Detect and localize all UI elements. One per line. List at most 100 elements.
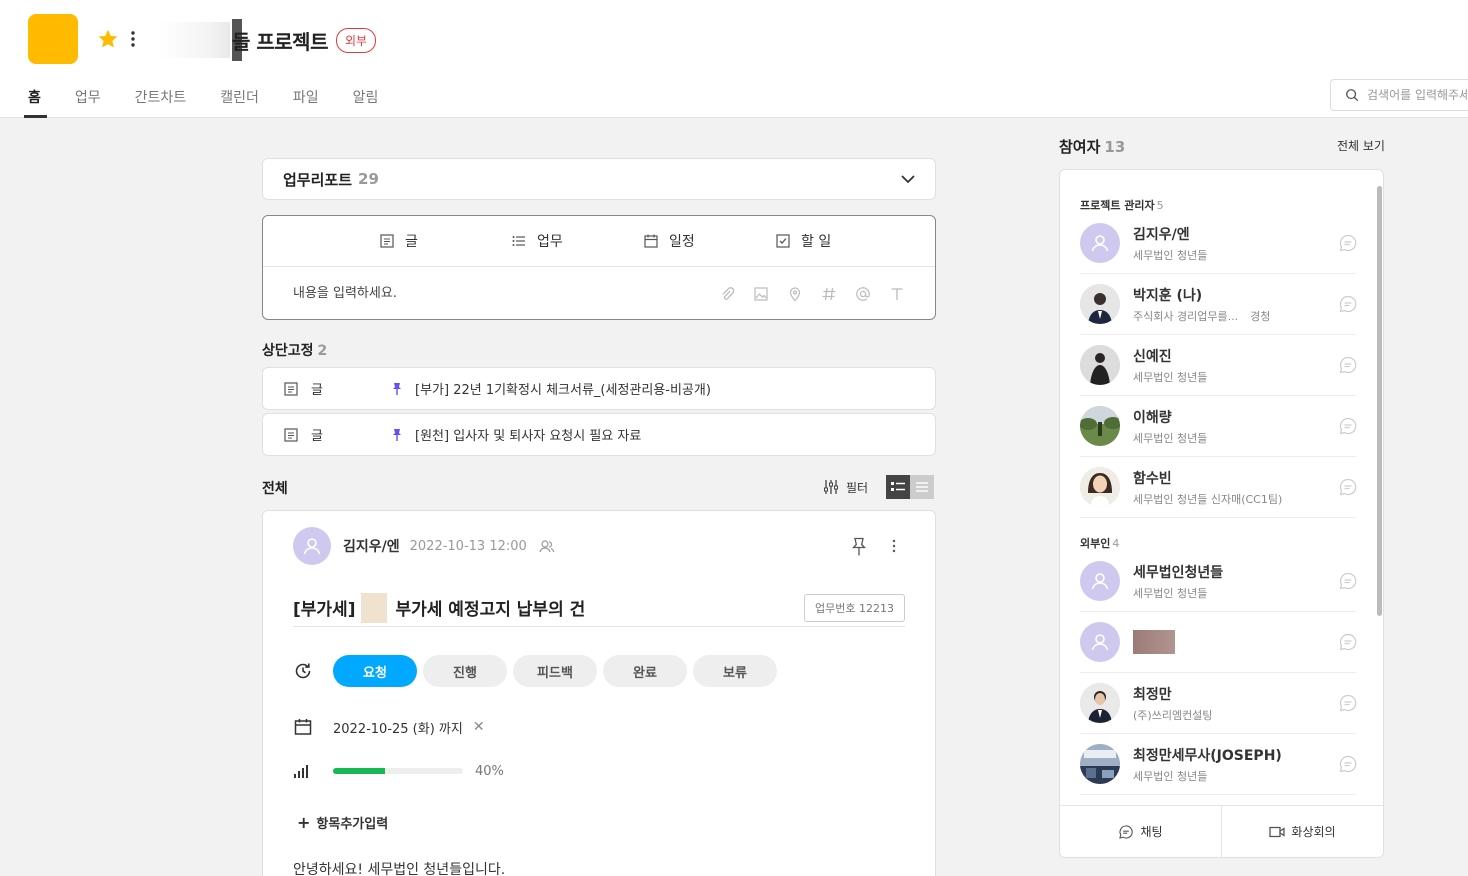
project-title: 들 프로젝트 — [232, 29, 328, 54]
chat-bubble-icon[interactable] — [1338, 416, 1358, 436]
list-view-button[interactable] — [910, 475, 934, 499]
member-org: 세무법인 청년들 — [1133, 430, 1207, 446]
post-menu-kebab-icon[interactable] — [892, 539, 896, 553]
favorite-star-icon[interactable] — [97, 28, 119, 50]
location-icon[interactable] — [787, 286, 803, 302]
pinned-item-type: 글 — [283, 425, 391, 444]
add-field-button[interactable]: + 항목추가입력 — [297, 813, 388, 832]
feed-section-title: 전체 — [262, 481, 288, 497]
filter-button[interactable]: 필터 — [822, 478, 868, 496]
mention-icon[interactable] — [855, 286, 871, 302]
tab-gantt[interactable]: 간트차트 — [135, 86, 187, 118]
member-org: 세무법인 청년들 — [1133, 247, 1207, 263]
pinned-item[interactable]: 글 [부가] 22년 1기확정시 체크서류_(세정관리용-비공개) — [262, 367, 936, 410]
member-row[interactable]: 김지우/엔 세무법인 청년들 — [1080, 213, 1358, 274]
composer-type-task[interactable]: 업무 — [511, 231, 643, 251]
member-info: 함수빈 세무법인 청년들 신자매(CC1팀) — [1133, 468, 1282, 507]
composer-type-post[interactable]: 글 — [379, 231, 511, 251]
pinned-item-title: [원천] 입사자 및 퇴사자 요청시 필요 자료 — [415, 429, 642, 444]
member-org: 주식회사 경리업무를... 경청 — [1133, 308, 1270, 324]
member-row[interactable]: 최정만 (주)쓰리엠컨설팅 — [1080, 673, 1358, 734]
checkbox-icon — [776, 234, 790, 248]
chat-bubble-icon[interactable] — [1338, 571, 1358, 591]
status-progress-button[interactable]: 진행 — [423, 655, 507, 687]
tab-calendar[interactable]: 캘린더 — [220, 86, 259, 118]
member-org: 세무법인 청년들 — [1133, 768, 1282, 784]
clear-due-date-icon[interactable]: ✕ — [473, 719, 485, 735]
tab-home[interactable]: 홈 — [24, 86, 47, 118]
task-report-toggle[interactable]: 업무리포트 29 — [262, 158, 936, 200]
composer-type-todo[interactable]: 할 일 — [775, 231, 907, 251]
card-list-icon — [891, 482, 905, 491]
status-feedback-button[interactable]: 피드백 — [513, 655, 597, 687]
chat-bubble-icon[interactable] — [1338, 355, 1358, 375]
status-complete-button[interactable]: 완료 — [603, 655, 687, 687]
chat-bubble-icon[interactable] — [1338, 294, 1358, 314]
member-row[interactable]: 박지훈 (나) 주식회사 경리업무를... 경청 — [1080, 274, 1358, 335]
hashtag-icon[interactable] — [821, 286, 837, 302]
card-view-button[interactable] — [886, 475, 910, 499]
tab-tasks[interactable]: 업무 — [75, 86, 101, 118]
status-request-button[interactable]: 요청 — [333, 655, 417, 687]
chat-bubble-icon[interactable] — [1338, 632, 1358, 652]
profile-photo-icon — [1080, 467, 1120, 507]
avatar — [1080, 683, 1120, 723]
composer-text-input[interactable] — [293, 286, 701, 301]
view-mode-toggle — [886, 475, 934, 499]
composer-type-label: 글 — [405, 234, 418, 250]
member-row[interactable]: 함수빈 세무법인 청년들 신자매(CC1팀) — [1080, 457, 1358, 518]
post-title-prefix: [부가세] — [293, 600, 356, 620]
member-info: 신예진세무법인 청년들 — [1133, 346, 1207, 385]
chat-bubble-icon — [1119, 824, 1134, 839]
chat-bubble-icon[interactable] — [1338, 233, 1358, 253]
video-camera-icon — [1269, 826, 1286, 837]
chat-button-label: 채팅 — [1140, 825, 1163, 839]
view-all-participants-link[interactable]: 전체 보기 — [1337, 137, 1385, 154]
pinned-item[interactable]: 글 [원천] 입사자 및 퇴사자 요청시 필요 자료 — [262, 413, 936, 456]
composer-type-schedule[interactable]: 일정 — [643, 231, 775, 251]
attachment-icon[interactable] — [719, 286, 735, 302]
post-author-name[interactable]: 김지우/엔 — [343, 536, 400, 556]
progress-bar[interactable] — [333, 768, 463, 774]
project-menu-kebab-icon[interactable] — [130, 30, 136, 48]
calendar-icon — [644, 234, 658, 248]
member-info: 최정만세무사(JOSEPH) 세무법인 청년들 — [1133, 745, 1282, 784]
member-org-text: 세무법인 청년들 — [1133, 248, 1208, 262]
chat-button[interactable]: 채팅 — [1060, 806, 1221, 857]
member-row[interactable]: 최정만세무사(JOSEPH) 세무법인 청년들 — [1080, 734, 1358, 795]
tab-files[interactable]: 파일 — [293, 86, 319, 118]
avatar — [1080, 284, 1120, 324]
pinned-count: 2 — [317, 343, 328, 359]
chat-bubble-icon[interactable] — [1338, 477, 1358, 497]
image-icon[interactable] — [753, 286, 769, 302]
status-cycle-icon — [295, 663, 311, 679]
member-row[interactable]: 이해량 세무법인 청년들 — [1080, 396, 1358, 457]
member-org: 세무법인 청년들 — [1133, 369, 1207, 385]
default-user-icon — [1091, 634, 1109, 651]
avatar — [1080, 622, 1120, 662]
member-row[interactable]: 세무법인청년들 세무법인 청년들 — [1080, 551, 1358, 612]
readers-icon[interactable] — [539, 539, 555, 553]
task-list-icon — [512, 236, 525, 246]
video-call-button[interactable]: 화상회의 — [1221, 806, 1383, 857]
participants-scrollbar[interactable] — [1377, 186, 1382, 616]
group-count: 4 — [1112, 537, 1120, 550]
member-row[interactable]: 신예진세무법인 청년들 — [1080, 335, 1358, 396]
avatar — [1080, 223, 1120, 263]
group-header: 외부인 4 — [1080, 535, 1119, 551]
member-name: 신예진 — [1133, 348, 1172, 365]
pinned-item-type-label: 글 — [311, 383, 323, 398]
text-format-icon[interactable] — [889, 286, 905, 302]
progress-percent: 40% — [475, 763, 504, 779]
status-hold-button[interactable]: 보류 — [693, 655, 777, 687]
avatar[interactable] — [293, 527, 331, 565]
member-info: 최정만 (주)쓰리엠컨설팅 — [1133, 684, 1212, 723]
search-input[interactable] — [1367, 88, 1468, 102]
tab-notifications[interactable]: 알림 — [353, 86, 379, 118]
chat-bubble-icon[interactable] — [1338, 754, 1358, 774]
pin-post-icon[interactable] — [851, 537, 867, 557]
document-icon — [284, 381, 298, 396]
member-row[interactable] — [1080, 612, 1358, 673]
due-date-value[interactable]: 2022-10-25 (화) 까지 — [333, 718, 463, 737]
chat-bubble-icon[interactable] — [1338, 693, 1358, 713]
